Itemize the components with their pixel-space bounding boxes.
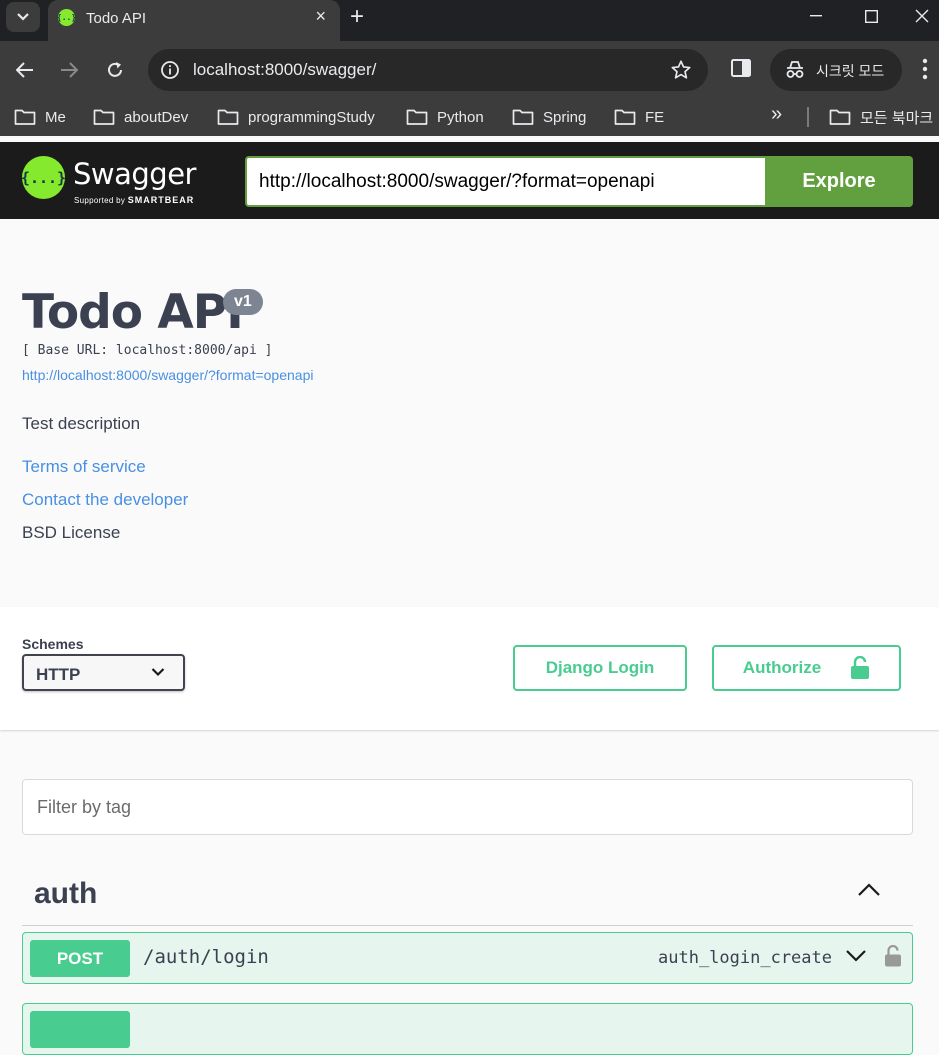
filter-by-tag-input[interactable]: Filter by tag [22,779,913,835]
chevron-down-icon [151,668,165,677]
incognito-label: 시크릿 모드 [816,63,885,79]
bookmark-folder-programmingstudy[interactable]: programmingStudy [217,107,375,127]
tag-section-auth[interactable]: auth [22,865,913,926]
bookmarks-overflow-button[interactable]: » [771,103,782,125]
folder-icon [406,109,428,125]
schemes-selected-value: HTTP [36,665,81,684]
swagger-logo-subtitle: Supported by SMARTBEAR [74,195,195,205]
method-badge: POST [30,940,130,977]
license-text: BSD License [22,523,121,542]
bookmark-label: Python [437,108,484,126]
side-panel-icon[interactable] [731,59,751,77]
back-arrow-icon[interactable] [12,55,38,85]
method-badge [30,1011,130,1048]
forward-arrow-icon[interactable] [56,55,82,85]
bookmark-folder-spring[interactable]: Spring [512,107,586,127]
swagger-logo-icon[interactable]: {...} [21,156,66,199]
schemes-select[interactable]: HTTP [22,654,185,691]
browser-tabstrip: {..} Todo API × + [0,0,939,41]
api-info-section: Todo API v1 [ Base URL: localhost:8000/a… [0,219,939,607]
incognito-badge[interactable]: 시크릿 모드 [770,49,902,91]
swagger-logo-text: Swagger [73,157,196,191]
tab-search-button[interactable] [6,2,40,32]
folder-icon [829,109,851,125]
bookmark-folder-python[interactable]: Python [406,107,484,127]
folder-icon [614,109,636,125]
bookmark-label: aboutDev [124,108,189,126]
reload-icon[interactable] [102,55,128,85]
swagger-topbar: {...} Swagger Supported by SMARTBEAR htt… [0,142,939,219]
terms-of-service-link[interactable]: Terms of service [22,457,146,477]
chevron-down-icon [17,13,29,21]
operation-id: auth_login_create [658,948,832,968]
operation-path: /auth/login [143,946,269,968]
incognito-icon [786,61,804,78]
bookmarks-divider [807,107,809,127]
api-title: Todo API [22,285,244,340]
swagger-favicon-icon: {..} [57,9,76,26]
spec-url-input[interactable]: http://localhost:8000/swagger/?format=op… [245,156,767,207]
operation-next-partial[interactable] [22,1003,913,1055]
bookmark-label: 모든 북마크 [860,109,934,127]
operation-post-auth-login[interactable]: POST /auth/login auth_login_create [22,932,913,984]
bookmarks-bar: Me aboutDev programmingStudy Python Spri… [0,99,939,136]
chevron-up-icon[interactable] [857,883,881,897]
bookmark-label: Spring [543,108,587,126]
address-text: localhost:8000/swagger/ [193,60,377,79]
folder-icon [14,109,36,125]
spec-link[interactable]: http://localhost:8000/swagger/?format=op… [22,367,313,383]
unlocked-icon [851,656,870,679]
browser-menu-icon[interactable] [922,57,928,81]
close-tab-icon[interactable]: × [315,6,326,27]
maximize-window-icon[interactable] [848,0,894,32]
unlocked-icon[interactable] [884,945,902,967]
browser-toolbar: localhost:8000/swagger/ 시크릿 모드 [0,41,939,99]
api-description: Test description [22,414,141,433]
explore-button[interactable]: Explore [765,156,913,207]
address-bar[interactable]: localhost:8000/swagger/ [148,49,708,91]
bookmark-label: Me [45,108,66,126]
chevron-down-icon[interactable] [845,949,867,963]
authorize-button[interactable]: Authorize [712,645,901,691]
tag-name: auth [34,877,98,910]
bookmark-folder-fe[interactable]: FE [614,107,664,127]
contact-developer-link[interactable]: Contact the developer [22,490,188,510]
bookmark-folder-me[interactable]: Me [14,107,66,127]
folder-icon [217,109,239,125]
all-bookmarks-button[interactable]: 모든 북마크 [829,107,933,127]
authorize-label: Authorize [742,658,822,677]
new-tab-button[interactable]: + [350,3,364,31]
folder-icon [512,109,534,125]
schemes-label: Schemes [22,636,84,652]
folder-icon [93,109,115,125]
base-url: [ Base URL: localhost:8000/api ] [22,343,273,358]
site-info-icon[interactable] [160,60,180,80]
bookmark-label: FE [645,108,665,126]
browser-tab-active[interactable]: {..} Todo API × [48,0,340,41]
scheme-container: Schemes HTTP Django Login Authorize [0,607,939,730]
minimize-window-icon[interactable] [793,0,839,32]
version-badge: v1 [223,289,263,315]
close-window-icon[interactable] [905,0,939,32]
bookmark-folder-aboutdev[interactable]: aboutDev [93,107,188,127]
bookmark-label: programmingStudy [248,108,375,126]
django-login-button[interactable]: Django Login [513,645,687,691]
bookmark-star-icon[interactable] [670,59,692,81]
tab-title: Todo API [86,10,147,27]
